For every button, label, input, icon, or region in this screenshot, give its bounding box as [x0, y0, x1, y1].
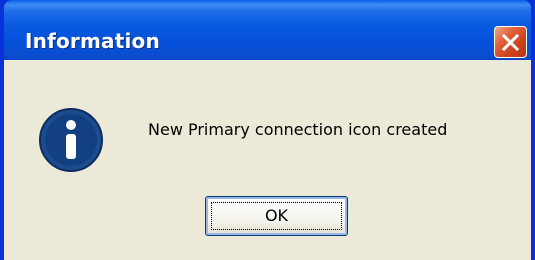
information-dialog: Information New Primary connection icon … — [0, 0, 535, 260]
close-button[interactable] — [494, 26, 527, 58]
message-text: New Primary connection icon created — [148, 120, 448, 139]
ok-button-label: OK — [264, 206, 289, 225]
dialog-title: Information — [25, 29, 160, 53]
dialog-body: New Primary connection icon created OK — [4, 60, 531, 260]
close-icon — [502, 34, 519, 51]
ok-button[interactable]: OK — [205, 196, 348, 236]
title-bar[interactable]: Information — [4, 0, 531, 60]
information-icon — [39, 108, 103, 172]
